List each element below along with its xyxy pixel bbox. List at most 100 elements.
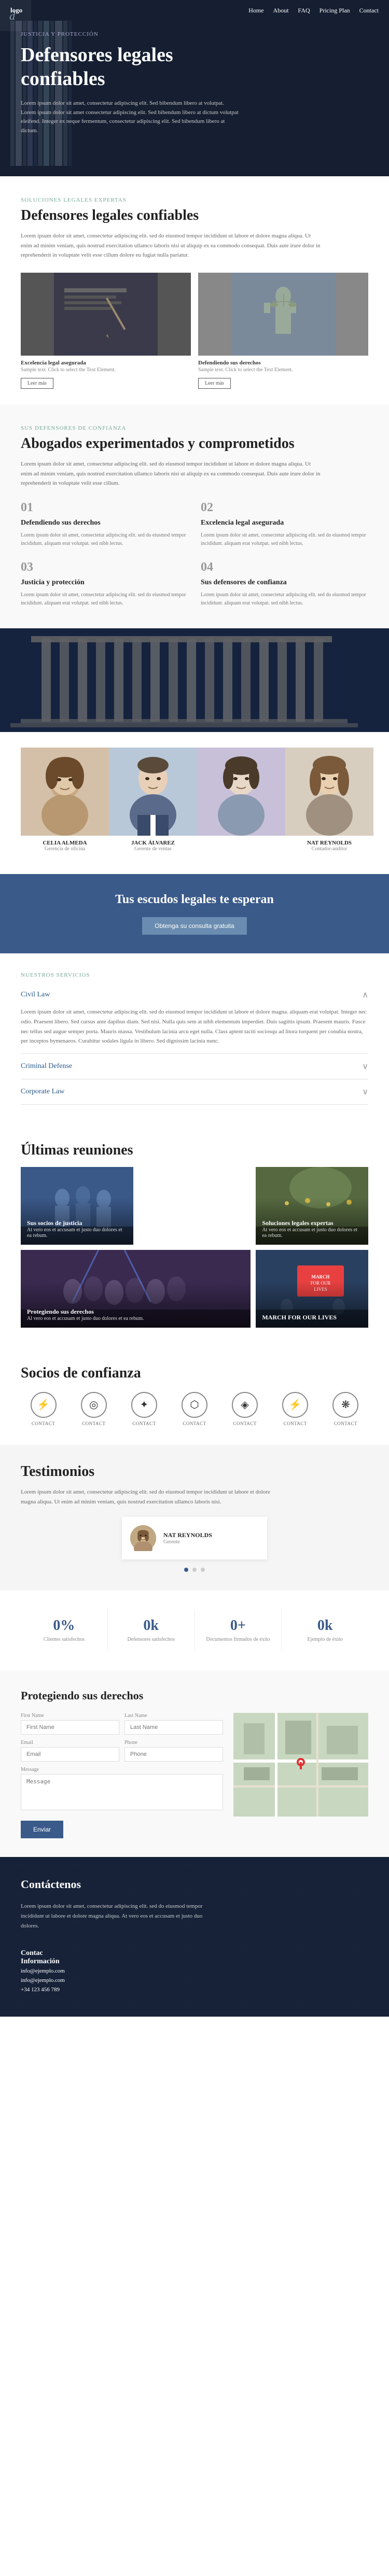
team-section: CELIA ALMEDA Gerencia de oficina xyxy=(0,732,389,874)
nat-face-svg xyxy=(285,748,373,836)
accordion-criminal-title: Criminal Defense xyxy=(21,1062,72,1071)
form-input-message[interactable] xyxy=(21,1774,223,1810)
form-row-message: Message xyxy=(21,1767,223,1810)
team-photo-jack xyxy=(109,748,197,836)
form-input-lastname[interactable] xyxy=(124,1720,223,1735)
nav-dot-1[interactable] xyxy=(184,1568,188,1572)
socio-1: ⚡ CONTACT xyxy=(31,1392,57,1426)
contacto-info-3: +34 123 456 789 xyxy=(21,1987,368,1993)
socio-2: ◎ CONTACT xyxy=(81,1392,107,1426)
soluciones-section: SOLUCIONES LEGALES EXPERTAS Defensores l… xyxy=(0,176,389,404)
hero-section: d JUSTICIA Y PROTECCIÓN Defensores legal… xyxy=(0,0,389,176)
defensores-title: Abogados experimentados y comprometidos xyxy=(21,435,368,452)
form-label-message: Message xyxy=(21,1767,223,1772)
lady-justice-svg xyxy=(231,273,335,356)
defensores-label: SUS DEFENSORES DE CONFIANZA xyxy=(21,425,368,431)
nav-logo[interactable]: logo xyxy=(10,6,22,15)
reuniones-title: Últimas reuniones xyxy=(21,1142,368,1159)
form-input-firstname[interactable] xyxy=(21,1720,119,1735)
form-map xyxy=(233,1713,368,1838)
defensor-title-1: Defendiendo sus derechos xyxy=(21,519,188,527)
accordion-civil: Civil Law ∧ Lorem ipsum dolor sit amet, … xyxy=(21,982,368,1054)
socio-name-2: CONTACT xyxy=(81,1421,107,1426)
nav-home[interactable]: Home xyxy=(248,7,263,15)
reunion-sub-2: At vero eos et accusam et justo duo dolo… xyxy=(262,1227,362,1238)
socio-icon-4: ⬡ xyxy=(182,1392,207,1418)
form-left: First Name Last Name Email Phone xyxy=(21,1713,223,1838)
form-field-phone: Phone xyxy=(124,1740,223,1762)
socio-icon-1: ⚡ xyxy=(31,1392,57,1418)
nav-faq[interactable]: FAQ xyxy=(298,7,310,15)
defensor-item-3: 03 Justicia y protección Lorem ipsum dol… xyxy=(21,560,188,608)
socio-name-5: CONTACT xyxy=(232,1421,258,1426)
reunion-card-2: Soluciones legales expertas At vero eos … xyxy=(256,1167,368,1245)
nav-contact[interactable]: Contact xyxy=(359,7,379,15)
hero-title: Defensores legales confiables xyxy=(21,44,249,91)
stat-4: 0k Ejemplo de éxito xyxy=(282,1609,368,1652)
accordion-criminal-header[interactable]: Criminal Defense ∨ xyxy=(21,1054,368,1079)
servicios-section: NUESTROS SERVICIOS Civil Law ∧ Lorem ips… xyxy=(0,953,389,1123)
team-member-celia: CELIA ALMEDA Gerencia de oficina xyxy=(21,748,109,858)
form-input-phone[interactable] xyxy=(124,1747,223,1762)
defensor-text-4: Lorem ipsum dolor sit amet, consectetur … xyxy=(201,591,368,608)
defensor-num-2: 02 xyxy=(201,501,368,515)
defensor-title-4: Sus defensores de confianza xyxy=(201,579,368,587)
reunion-sub-1: At vero eos et accusam et justo duo dolo… xyxy=(27,1227,127,1238)
reunion-title-2: Soluciones legales expertas xyxy=(262,1219,362,1227)
form-field-firstname: First Name xyxy=(21,1713,119,1735)
card2-btn[interactable]: Leer más xyxy=(198,378,231,389)
stat-label-4: Ejemplo de éxito xyxy=(290,1636,360,1643)
team-member-3 xyxy=(197,748,285,858)
accordion-corporate-header[interactable]: Corporate Law ∨ xyxy=(21,1079,368,1104)
form-label-phone: Phone xyxy=(124,1740,223,1746)
soluciones-image-grid: Excelencia legal asegurada Sample text. … xyxy=(21,273,368,389)
testimonios-title: Testimonios xyxy=(21,1463,368,1480)
reunion-title-1: Sus socios de justicia xyxy=(27,1219,127,1227)
socio-icon-7: ❋ xyxy=(332,1392,358,1418)
reuniones-grid: Sus socios de justicia At vero eos et ac… xyxy=(21,1167,368,1328)
cta-title: Tus escudos legales te esperan xyxy=(21,893,368,907)
nav-pricing[interactable]: Pricing Plan xyxy=(319,7,350,15)
form-input-email[interactable] xyxy=(21,1747,119,1762)
reunion-card-3: Protegiendo sus derechos Al vero eos et … xyxy=(21,1250,251,1328)
contacto-name: Contac Información xyxy=(21,1941,368,1966)
building-svg xyxy=(0,628,389,732)
testimonios-text: Lorem ipsum dolor sit amet, consectetur … xyxy=(21,1487,280,1507)
hero-tag: JUSTICIA Y PROTECCIÓN xyxy=(21,31,368,37)
socio-6: ⚡ CONTACT xyxy=(282,1392,308,1426)
servicios-label: NUESTROS SERVICIOS xyxy=(21,972,368,978)
cta-button[interactable]: Obtenga su consulta gratuita xyxy=(142,917,246,935)
card1-sub: Sample text. Click to select the Text El… xyxy=(21,367,191,373)
testimonios-section: Testimonios Lorem ipsum dolor sit amet, … xyxy=(0,1445,389,1590)
socio-3: ✦ CONTACT xyxy=(131,1392,157,1426)
stat-num-1: 0% xyxy=(29,1617,99,1634)
soluciones-title: Defensores legales confiables xyxy=(21,207,368,224)
defensor-item-2: 02 Excelencia legal asegurada Lorem ipsu… xyxy=(201,501,368,548)
stat-label-1: Clientes satisfechos xyxy=(29,1636,99,1643)
socios-title: Socios de confianza xyxy=(21,1365,368,1382)
soluciones-image-2 xyxy=(198,273,368,356)
contacto-text: Lorem ipsum dolor sit amet, consectetur … xyxy=(21,1902,218,1931)
contacto-section: Contáctenos Lorem ipsum dolor sit amet, … xyxy=(0,1857,389,2017)
form-label-lastname: Last Name xyxy=(124,1713,223,1719)
team-member-jack: JACK ÁLVAREZ Gerente de ventas xyxy=(109,748,197,858)
cta-section: Tus escudos legales te esperan Obtenga s… xyxy=(0,874,389,953)
nav-dot-2[interactable] xyxy=(192,1568,197,1572)
card1-btn[interactable]: Leer más xyxy=(21,378,53,389)
accordion-corporate: Corporate Law ∨ xyxy=(21,1079,368,1105)
team-role-nat: Contador-auditor xyxy=(285,846,373,852)
nav-dot-3[interactable] xyxy=(201,1568,205,1572)
form-submit-button[interactable]: Enviar xyxy=(21,1821,63,1838)
socio-5: ◈ CONTACT xyxy=(232,1392,258,1426)
team-member-nat: NAT REYNOLDS Contador-auditor xyxy=(285,748,373,858)
socio-name-7: CONTACT xyxy=(332,1421,358,1426)
soluciones-text: Lorem ipsum dolor sit amet, consectetur … xyxy=(21,231,322,260)
nav-about[interactable]: About xyxy=(273,7,289,15)
reunion-sub-3: Al vero eos et accusam et justo duo dolo… xyxy=(27,1316,244,1321)
socios-grid: ⚡ CONTACT ◎ CONTACT ✦ CONTACT ⬡ CONTACT … xyxy=(21,1392,368,1426)
defensores-text: Lorem ipsum dolor sit amet, consectetur … xyxy=(21,459,322,488)
testimonio-card: NAT REYNOLDS Gerente xyxy=(122,1517,267,1559)
stat-num-4: 0k xyxy=(290,1617,360,1634)
contacto-title: Contáctenos xyxy=(21,1878,368,1891)
accordion-civil-header[interactable]: Civil Law ∧ xyxy=(21,982,368,1007)
